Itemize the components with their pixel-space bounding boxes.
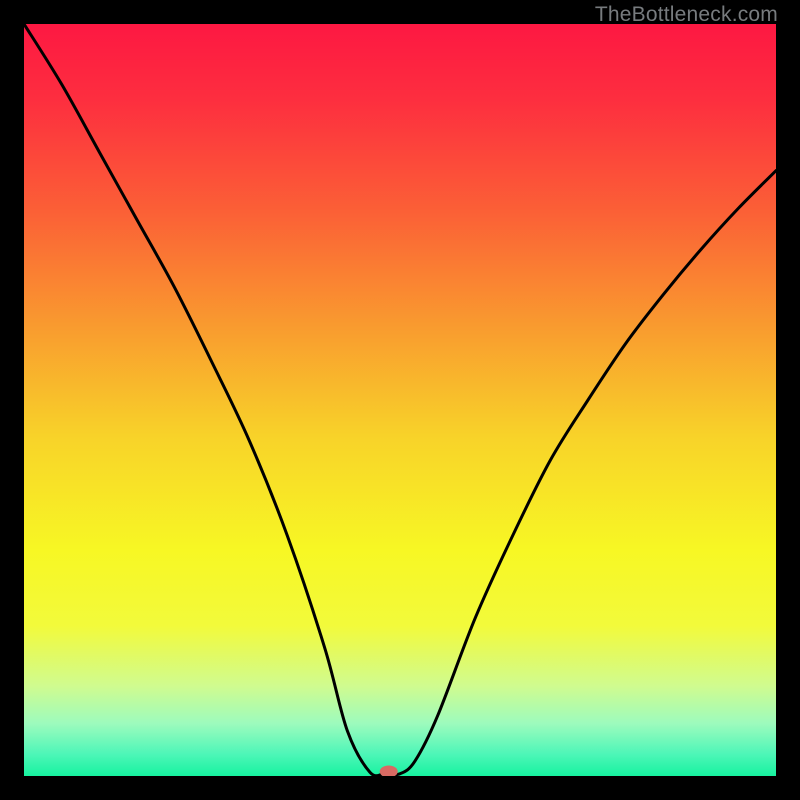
bottleneck-chart [24,24,776,776]
plot-area [24,24,776,776]
gradient-background [24,24,776,776]
chart-frame: TheBottleneck.com [0,0,800,800]
